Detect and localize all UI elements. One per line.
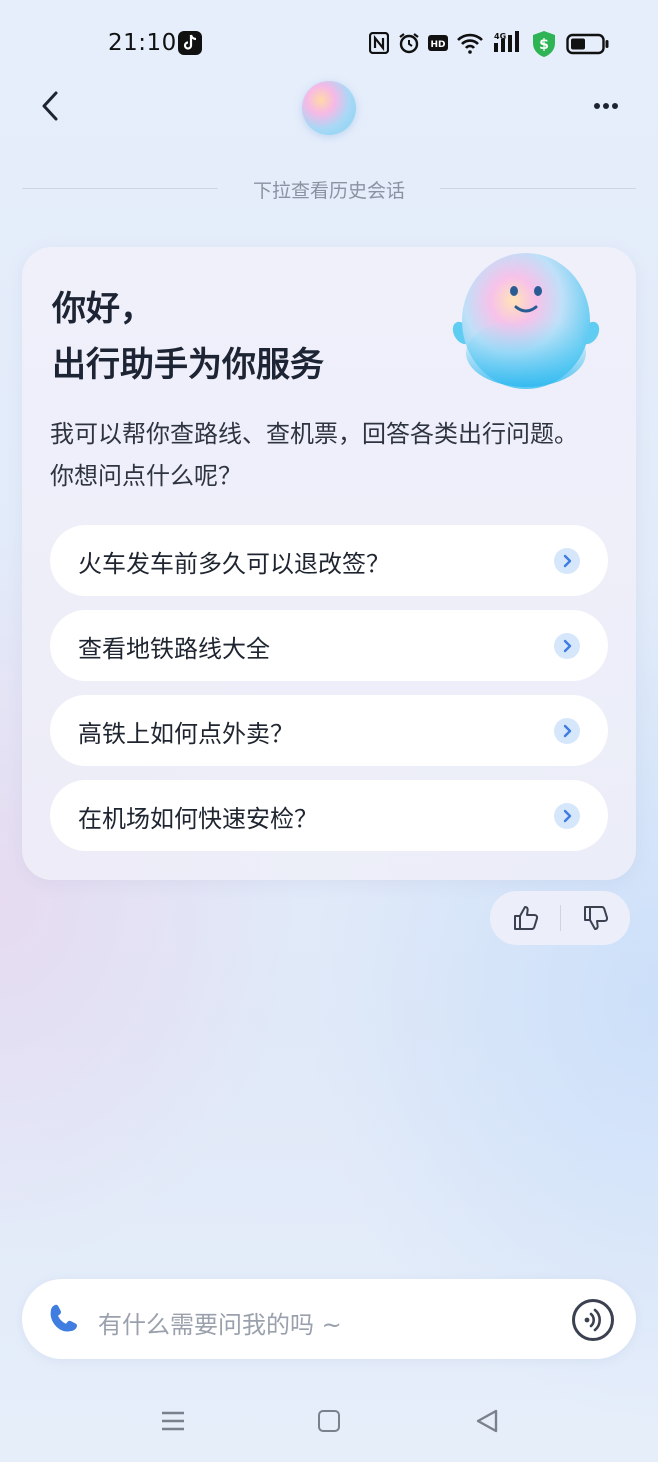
nav-home-icon[interactable] <box>318 1410 340 1432</box>
tiktok-icon <box>178 31 202 55</box>
svg-text:HD: HD <box>430 40 445 50</box>
chevron-right-icon <box>554 803 580 829</box>
greeting-title: 你好， 出行助手为你服务 <box>52 281 324 393</box>
status-time: 21:10 <box>108 30 177 56</box>
status-bar: 21:10 HD 4G $ <box>0 0 658 88</box>
more-options-button[interactable] <box>588 92 624 120</box>
voice-wave-icon <box>584 1308 601 1332</box>
chevron-right-icon <box>554 548 580 574</box>
more-dots-icon <box>594 103 618 109</box>
voice-input-button[interactable] <box>572 1299 614 1341</box>
suggestion-label: 高铁上如何点外卖？ <box>78 720 294 748</box>
feedback-bar <box>490 891 630 945</box>
greeting-card: 你好， 出行助手为你服务 我可以帮你查路线、查机票，回答各类出行问题。你想问点什… <box>22 247 636 880</box>
nav-menu-icon[interactable] <box>160 1410 186 1432</box>
alarm-icon <box>399 33 419 54</box>
suggestion-item[interactable]: 高铁上如何点外卖？ <box>50 695 608 766</box>
back-button[interactable] <box>30 84 74 128</box>
greeting-title-line1: 你好， <box>52 289 154 329</box>
thumbs-up-icon[interactable] <box>512 904 540 932</box>
suggestion-label: 查看地铁路线大全 <box>78 635 270 663</box>
security-shield-icon: $ <box>533 31 555 57</box>
thumbs-down-icon[interactable] <box>582 904 610 932</box>
hd-icon: HD <box>428 35 448 51</box>
mascot-icon <box>452 253 600 389</box>
suggestion-item[interactable]: 火车发车前多久可以退改签？ <box>50 525 608 596</box>
phone-icon[interactable] <box>46 1301 82 1337</box>
history-hint[interactable]: 下拉查看历史会话 <box>0 176 658 202</box>
chevron-left-icon <box>42 91 58 121</box>
assistant-avatar <box>302 81 356 135</box>
greeting-subtitle: 我可以帮你查路线、查机票，回答各类出行问题。你想问点什么呢？ <box>50 420 578 490</box>
divider-left <box>22 188 218 189</box>
chevron-right-icon <box>554 718 580 744</box>
wifi-icon <box>457 33 483 54</box>
history-hint-text: 下拉查看历史会话 <box>252 180 405 202</box>
suggestion-item[interactable]: 在机场如何快速安检？ <box>50 780 608 851</box>
chat-input-bar[interactable]: 有什么需要问我的吗 ~ <box>22 1279 636 1359</box>
nav-back-icon[interactable] <box>474 1408 500 1434</box>
suggestion-label: 火车发车前多久可以退改签？ <box>78 550 390 578</box>
divider-right <box>440 188 636 189</box>
nfc-icon <box>369 32 389 54</box>
signal-icon: 4G <box>494 31 519 52</box>
feedback-divider <box>560 905 561 931</box>
greeting-title-line2: 出行助手为你服务 <box>52 345 324 385</box>
chevron-right-icon <box>554 633 580 659</box>
battery-icon <box>566 33 609 55</box>
suggestion-label: 在机场如何快速安检？ <box>78 805 318 833</box>
chat-input-placeholder: 有什么需要问我的吗 ~ <box>98 1311 342 1339</box>
suggestion-item[interactable]: 查看地铁路线大全 <box>50 610 608 681</box>
svg-text:$: $ <box>539 37 549 53</box>
